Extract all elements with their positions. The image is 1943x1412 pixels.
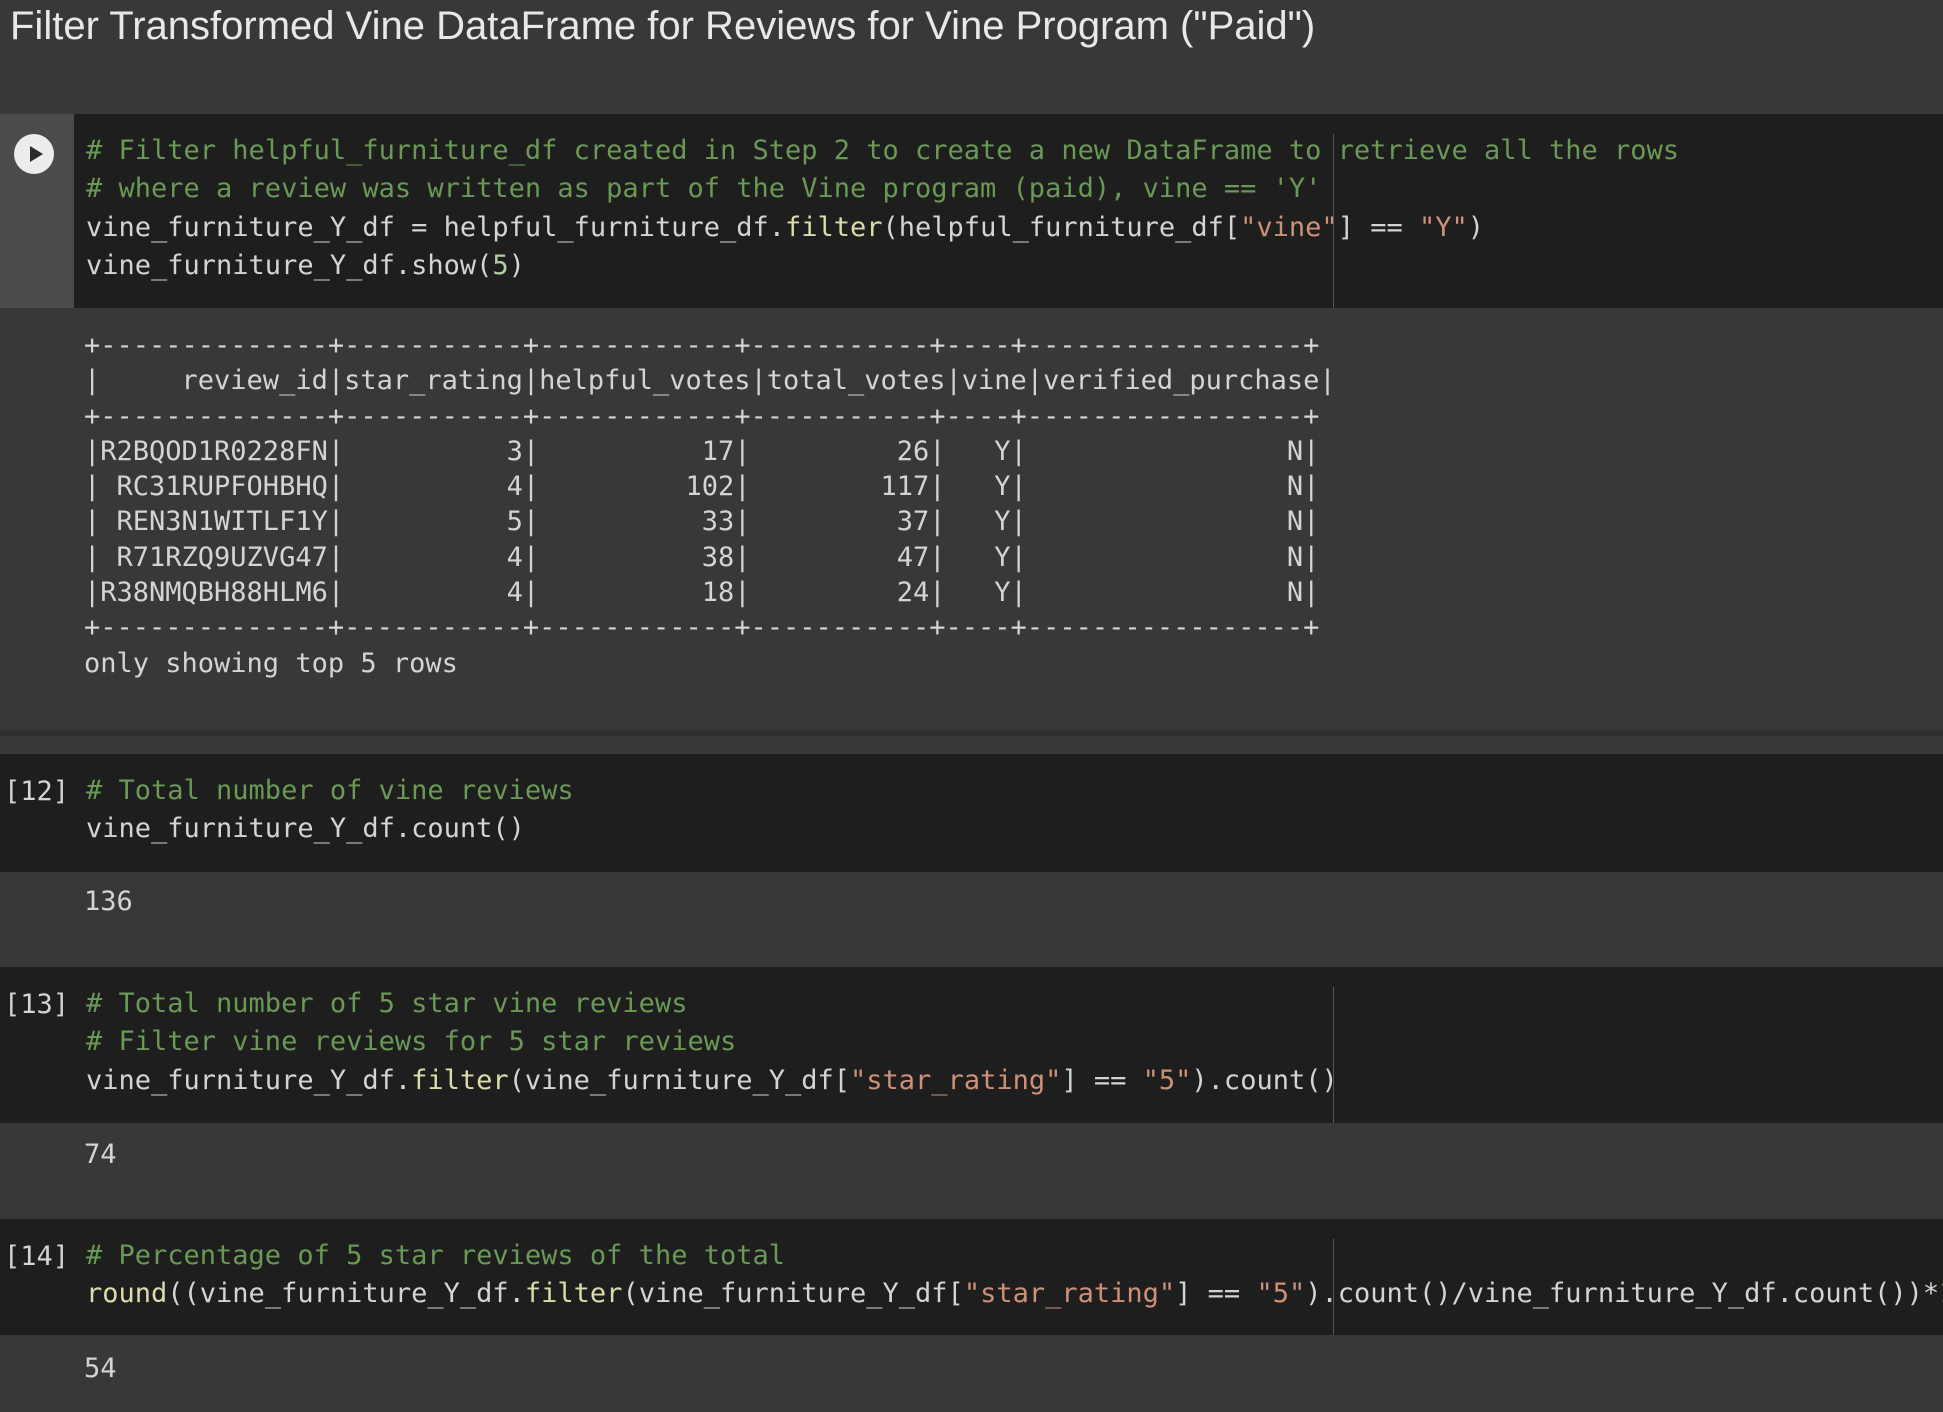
section-heading: Filter Transformed Vine DataFrame for Re… — [10, 4, 1316, 48]
cell-divider — [0, 730, 1943, 736]
table-border: +--------------+-----------+------------… — [84, 330, 1320, 361]
table-row: | RC31RUPFOHBHQ| 4| 102| 117| Y| N| — [84, 471, 1320, 503]
code-line: vine_furniture_Y_df.filter(vine_furnitur… — [86, 1064, 1338, 1096]
code-cell-12[interactable]: [12] # Total number of vine reviews vine… — [0, 754, 1943, 872]
code-line: # Total number of vine reviews — [86, 775, 574, 806]
code-editor[interactable]: # Percentage of 5 star reviews of the to… — [86, 1237, 1943, 1314]
table-border: +--------------+-----------+------------… — [84, 400, 1320, 432]
execution-count: [12] — [4, 776, 70, 807]
output-value: 54 — [84, 1353, 117, 1384]
code-line: # where a review was written as part of … — [86, 173, 1322, 205]
cell-gutter — [0, 114, 74, 308]
cell-output: +--------------+-----------+------------… — [0, 308, 1943, 728]
run-cell-button[interactable] — [14, 134, 54, 174]
code-editor[interactable]: # Total number of vine reviews vine_furn… — [86, 772, 574, 849]
code-line: vine_furniture_Y_df = helpful_furniture_… — [86, 211, 1485, 243]
dataframe-table-output: +--------------+-----------+------------… — [84, 328, 1336, 681]
code-line: # Filter vine reviews for 5 star reviews — [86, 1026, 737, 1058]
code-line: vine_furniture_Y_df.count() — [86, 813, 525, 845]
column-ruler — [1333, 987, 1334, 1123]
code-line: # Total number of 5 star vine reviews — [86, 988, 688, 1019]
code-editor[interactable]: # Filter helpful_furniture_df created in… — [86, 132, 1679, 286]
column-ruler — [1333, 1239, 1334, 1335]
execution-count: [14] — [4, 1241, 70, 1272]
execution-count: [13] — [4, 989, 70, 1020]
code-line: # Filter helpful_furniture_df created in… — [86, 135, 1680, 166]
table-row: | R71RZQ9UZVG47| 4| 38| 47| Y| N| — [84, 541, 1320, 573]
code-line: round((vine_furniture_Y_df.filter(vine_f… — [86, 1278, 1943, 1310]
play-circle-icon — [15, 135, 53, 173]
cell-output: 74 — [0, 1123, 1943, 1219]
code-cell-13[interactable]: [13] # Total number of 5 star vine revie… — [0, 967, 1943, 1123]
cell-gutter: [12] — [0, 754, 74, 872]
cell-gutter: [13] — [0, 967, 74, 1123]
code-cell-filter-vine[interactable]: # Filter helpful_furniture_df created in… — [0, 114, 1943, 308]
output-value: 74 — [84, 1139, 117, 1170]
table-border: +--------------+-----------+------------… — [84, 612, 1320, 644]
code-line: # Percentage of 5 star reviews of the to… — [86, 1240, 785, 1271]
code-editor[interactable]: # Total number of 5 star vine reviews # … — [86, 985, 1338, 1100]
cell-gutter: [14] — [0, 1219, 74, 1335]
table-row: |R2BQOD1R0228FN| 3| 17| 26| Y| N| — [84, 435, 1320, 467]
table-row: |R38NMQBH88HLM6| 4| 18| 24| Y| N| — [84, 577, 1320, 609]
cell-output: 136 — [0, 872, 1943, 964]
column-ruler — [1333, 134, 1334, 308]
output-value: 136 — [84, 886, 133, 917]
code-cell-14[interactable]: [14] # Percentage of 5 star reviews of t… — [0, 1219, 1943, 1335]
table-row: | REN3N1WITLF1Y| 5| 33| 37| Y| N| — [84, 506, 1320, 538]
table-footer: only showing top 5 rows — [84, 647, 458, 679]
table-header-row: | review_id|star_rating|helpful_votes|to… — [84, 365, 1336, 397]
code-line: vine_furniture_Y_df.show(5) — [86, 250, 525, 282]
cell-output: 54 — [0, 1335, 1943, 1412]
